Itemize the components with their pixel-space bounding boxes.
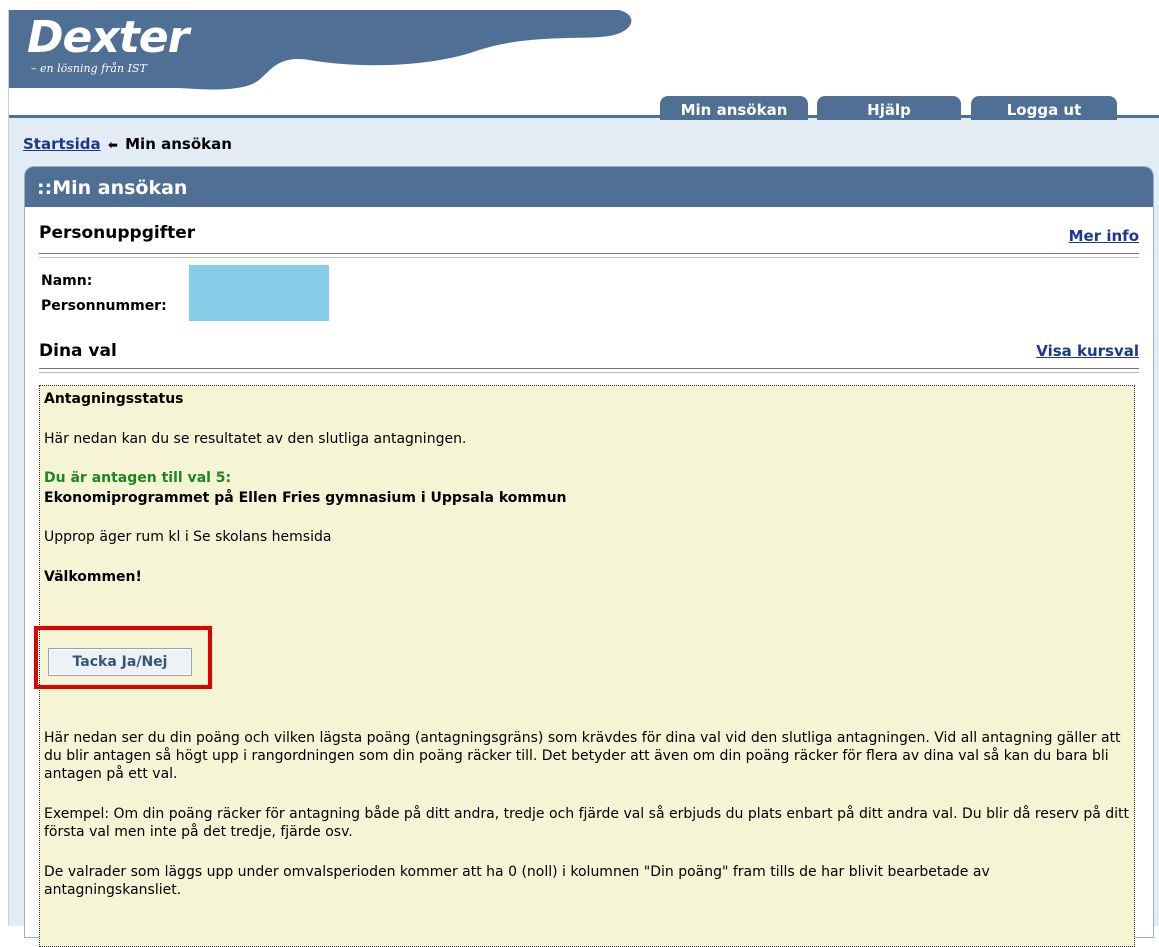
personal-info-title: Personuppgifter <box>39 223 196 243</box>
breadcrumb-home-link[interactable]: Startsida <box>23 135 101 153</box>
admitted-text: Du är antagen till val 5: <box>44 470 232 486</box>
personnummer-label: Personnummer: <box>41 298 167 314</box>
logo: Dexter <box>27 12 189 63</box>
admission-status-box: Antagningsstatus Här nedan kan du se res… <box>34 385 1135 947</box>
divider <box>39 368 1139 373</box>
accept-decline-button[interactable]: Tacka Ja/Nej <box>48 648 192 676</box>
application-panel: ::Min ansökan Personuppgifter Mer info N… <box>24 166 1154 947</box>
name-label: Namn: <box>41 273 93 289</box>
roll-call-text: Upprop äger rum kl i Se skolans hemsida <box>44 529 332 545</box>
program-name: Ekonomiprogrammet på Ellen Fries gymnasi… <box>44 490 567 506</box>
welcome-text: Välkommen! <box>44 569 142 585</box>
tab-min-ansokan[interactable]: Min ansökan <box>660 96 808 120</box>
tab-logga-ut[interactable]: Logga ut <box>971 96 1117 120</box>
points-explanation: Här nedan ser du din poäng och vilken lä… <box>44 730 1121 782</box>
arrow-left-icon: ⬅ <box>107 138 118 152</box>
breadcrumb-current: Min ansökan <box>125 135 232 153</box>
more-info-link[interactable]: Mer info <box>1069 227 1139 245</box>
divider <box>39 253 1139 258</box>
show-courses-link[interactable]: Visa kursval <box>1036 342 1139 360</box>
tab-hjalp[interactable]: Hjälp <box>817 96 961 120</box>
breadcrumb: Startsida ⬅ Min ansökan <box>23 135 232 153</box>
status-intro: Här nedan kan du se resultatet av den sl… <box>44 431 467 447</box>
choices-title: Dina val <box>39 341 117 361</box>
panel-title: ::Min ansökan <box>25 167 1153 207</box>
example-text: Exempel: Om din poäng räcker för antagni… <box>44 806 1129 840</box>
status-heading: Antagningsstatus <box>44 391 184 407</box>
reselection-note: De valrader som läggs upp under omvalspe… <box>44 864 990 898</box>
redacted-personal-data <box>189 265 329 321</box>
logo-subtitle: – en lösning från IST <box>31 62 147 75</box>
